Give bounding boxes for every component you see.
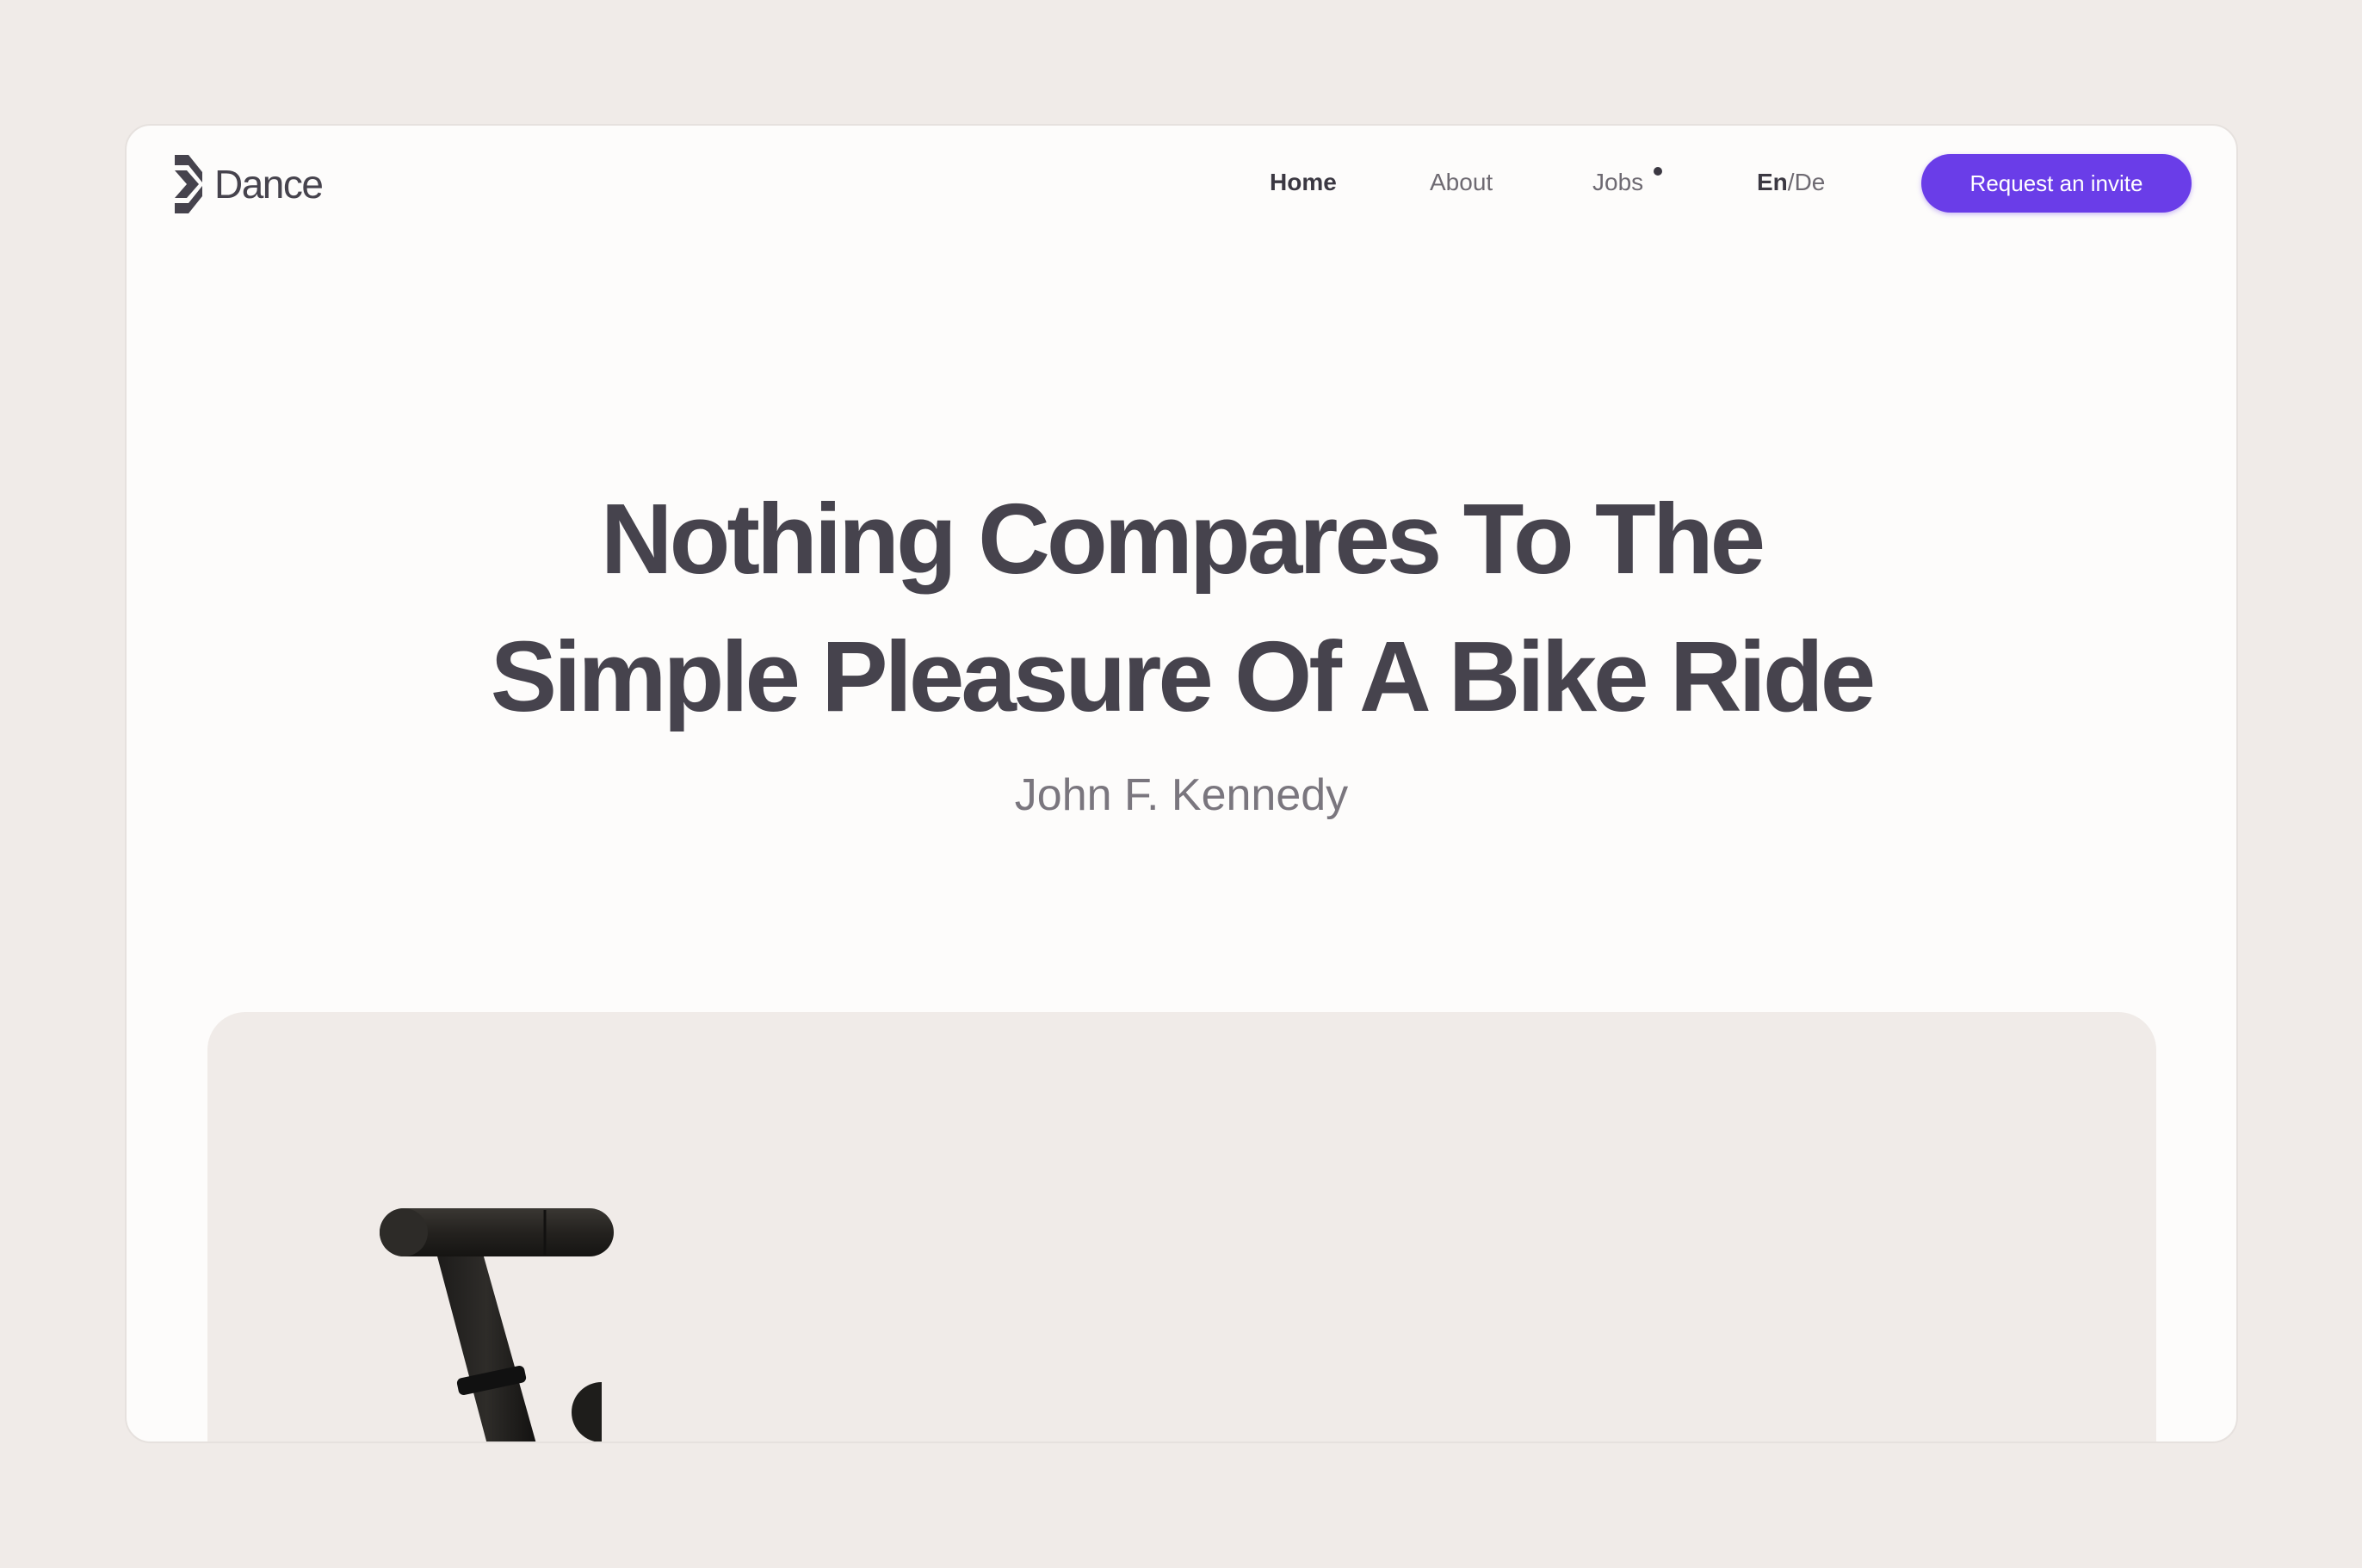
request-invite-button[interactable]: Request an invite [1921, 154, 2192, 213]
language-de[interactable]: De [1795, 169, 1826, 195]
nav-home[interactable]: Home [1270, 169, 1337, 196]
nav-jobs[interactable]: Jobs [1592, 169, 1643, 196]
headline-line-1: Nothing Compares To The [600, 483, 1765, 595]
top-navigation: Dance Home About Jobs En/De Request an i… [127, 126, 2236, 246]
brand-name: Dance [214, 162, 324, 207]
nav-about[interactable]: About [1430, 169, 1493, 196]
browser-window: Dance Home About Jobs En/De Request an i… [125, 124, 2238, 1443]
hero-media-card [207, 1012, 2156, 1441]
brand-logo[interactable]: Dance [171, 152, 324, 216]
language-switcher: En/De [1757, 169, 1825, 196]
language-en[interactable]: En [1757, 169, 1788, 195]
hero-headline: Nothing Compares To The Simple Pleasure … [127, 470, 2236, 745]
bike-handlebar-image [380, 1208, 614, 1441]
quote-author: John F. Kennedy [1014, 770, 1349, 820]
jobs-notification-dot [1654, 167, 1662, 176]
dance-logo-icon [175, 155, 202, 213]
language-separator: / [1787, 169, 1795, 195]
headline-line-2: Simple Pleasure Of A Bike Ride [490, 620, 1877, 732]
